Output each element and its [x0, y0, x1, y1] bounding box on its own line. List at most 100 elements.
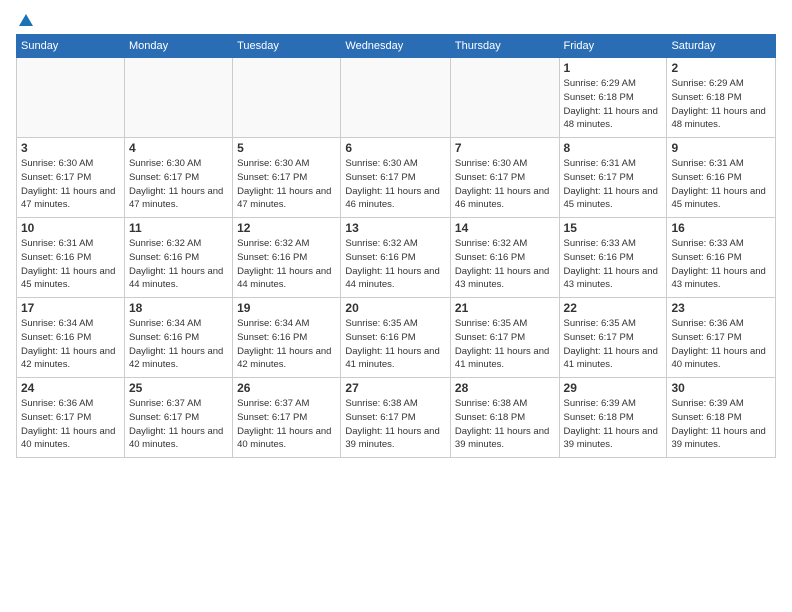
- calendar-cell: 21 Sunrise: 6:35 AM Sunset: 6:17 PM Dayli…: [450, 298, 559, 378]
- day-number: 29: [564, 381, 663, 395]
- day-info: Sunrise: 6:37 AM Sunset: 6:17 PM Dayligh…: [237, 397, 336, 452]
- calendar-cell: 18Sunrise: 6:34 AM Sunset: 6:16 PM Dayli…: [124, 298, 232, 378]
- calendar-cell: 6Sunrise: 6:30 AM Sunset: 6:17 PM Daylig…: [341, 138, 451, 218]
- day-info: Sunrise: 6:34 AM Sunset: 6:16 PM Dayligh…: [21, 317, 120, 372]
- calendar-cell: 1 Sunrise: 6:29 AM Sunset: 6:18 PM Daylig…: [559, 58, 667, 138]
- day-info: Sunrise: 6:32 AM Sunset: 6:16 PM Dayligh…: [237, 237, 336, 292]
- col-header-friday: Friday: [559, 35, 667, 58]
- calendar-cell: 10 Sunrise: 6:31 AM Sunset: 6:16 PM Dayli…: [17, 218, 125, 298]
- day-number: 6: [345, 141, 446, 155]
- day-number: 27: [345, 381, 446, 395]
- day-number: 28: [455, 381, 555, 395]
- calendar-cell: 12 Sunrise: 6:32 AM Sunset: 6:16 PM Dayli…: [233, 218, 341, 298]
- day-number: 15: [564, 221, 663, 235]
- calendar-cell: [233, 58, 341, 138]
- day-number: 7: [455, 141, 555, 155]
- day-info: Sunrise: 6:33 AM Sunset: 6:16 PM Dayligh…: [671, 237, 771, 292]
- calendar-cell: 7 Sunrise: 6:30 AM Sunset: 6:17 PM Daylig…: [450, 138, 559, 218]
- day-number: 5: [237, 141, 336, 155]
- day-info: Sunrise: 6:30 AM Sunset: 6:17 PM Dayligh…: [455, 157, 555, 212]
- day-info: Sunrise: 6:38 AM Sunset: 6:17 PM Dayligh…: [345, 397, 446, 452]
- day-info: Sunrise: 6:30 AM Sunset: 6:17 PM Dayligh…: [237, 157, 336, 212]
- calendar-cell: 24 Sunrise: 6:36 AM Sunset: 6:17 PM Dayli…: [17, 378, 125, 458]
- day-info: Sunrise: 6:39 AM Sunset: 6:18 PM Dayligh…: [564, 397, 663, 452]
- day-info: Sunrise: 6:31 AM Sunset: 6:16 PM Dayligh…: [21, 237, 120, 292]
- day-info: Sunrise: 6:35 AM Sunset: 6:16 PM Dayligh…: [345, 317, 446, 372]
- day-info: Sunrise: 6:34 AM Sunset: 6:16 PM Dayligh…: [129, 317, 228, 372]
- calendar-cell: 2 Sunrise: 6:29 AM Sunset: 6:18 PM Daylig…: [667, 58, 776, 138]
- day-info: Sunrise: 6:32 AM Sunset: 6:16 PM Dayligh…: [345, 237, 446, 292]
- day-info: Sunrise: 6:29 AM Sunset: 6:18 PM Dayligh…: [671, 77, 771, 132]
- calendar-cell: 13 Sunrise: 6:32 AM Sunset: 6:16 PM Dayli…: [341, 218, 451, 298]
- calendar-cell: 23 Sunrise: 6:36 AM Sunset: 6:17 PM Dayli…: [667, 298, 776, 378]
- day-number: 21: [455, 301, 555, 315]
- day-info: Sunrise: 6:39 AM Sunset: 6:18 PM Dayligh…: [671, 397, 771, 452]
- calendar-cell: 28Sunrise: 6:38 AM Sunset: 6:18 PM Dayli…: [450, 378, 559, 458]
- calendar-cell: 16 Sunrise: 6:33 AM Sunset: 6:16 PM Dayli…: [667, 218, 776, 298]
- day-info: Sunrise: 6:36 AM Sunset: 6:17 PM Dayligh…: [671, 317, 771, 372]
- calendar-table: SundayMondayTuesdayWednesdayThursdayFrid…: [16, 34, 776, 458]
- calendar-cell: [17, 58, 125, 138]
- header: [16, 12, 776, 26]
- calendar-cell: [124, 58, 232, 138]
- calendar-cell: 25 Sunrise: 6:37 AM Sunset: 6:17 PM Dayli…: [124, 378, 232, 458]
- calendar-week-3: 10 Sunrise: 6:31 AM Sunset: 6:16 PM Dayli…: [17, 218, 776, 298]
- day-number: 26: [237, 381, 336, 395]
- calendar-cell: 14Sunrise: 6:32 AM Sunset: 6:16 PM Dayli…: [450, 218, 559, 298]
- calendar-cell: 19 Sunrise: 6:34 AM Sunset: 6:16 PM Dayli…: [233, 298, 341, 378]
- calendar-cell: 9Sunrise: 6:31 AM Sunset: 6:16 PM Daylig…: [667, 138, 776, 218]
- page: SundayMondayTuesdayWednesdayThursdayFrid…: [0, 0, 792, 612]
- logo-icon: [17, 12, 35, 30]
- day-info: Sunrise: 6:30 AM Sunset: 6:17 PM Dayligh…: [21, 157, 120, 212]
- calendar-cell: [341, 58, 451, 138]
- day-info: Sunrise: 6:35 AM Sunset: 6:17 PM Dayligh…: [455, 317, 555, 372]
- day-number: 16: [671, 221, 771, 235]
- day-number: 4: [129, 141, 228, 155]
- calendar-cell: 4 Sunrise: 6:30 AM Sunset: 6:17 PM Daylig…: [124, 138, 232, 218]
- day-number: 24: [21, 381, 120, 395]
- calendar-cell: 30Sunrise: 6:39 AM Sunset: 6:18 PM Dayli…: [667, 378, 776, 458]
- day-number: 13: [345, 221, 446, 235]
- calendar-week-5: 24 Sunrise: 6:36 AM Sunset: 6:17 PM Dayli…: [17, 378, 776, 458]
- day-info: Sunrise: 6:32 AM Sunset: 6:16 PM Dayligh…: [129, 237, 228, 292]
- calendar-cell: 29 Sunrise: 6:39 AM Sunset: 6:18 PM Dayli…: [559, 378, 667, 458]
- col-header-wednesday: Wednesday: [341, 35, 451, 58]
- day-info: Sunrise: 6:35 AM Sunset: 6:17 PM Dayligh…: [564, 317, 663, 372]
- day-number: 23: [671, 301, 771, 315]
- calendar-header-row: SundayMondayTuesdayWednesdayThursdayFrid…: [17, 35, 776, 58]
- day-number: 9: [671, 141, 771, 155]
- calendar-week-4: 17 Sunrise: 6:34 AM Sunset: 6:16 PM Dayli…: [17, 298, 776, 378]
- day-number: 3: [21, 141, 120, 155]
- day-number: 8: [564, 141, 663, 155]
- day-info: Sunrise: 6:29 AM Sunset: 6:18 PM Dayligh…: [564, 77, 663, 132]
- day-info: Sunrise: 6:31 AM Sunset: 6:17 PM Dayligh…: [564, 157, 663, 212]
- day-number: 25: [129, 381, 228, 395]
- day-info: Sunrise: 6:32 AM Sunset: 6:16 PM Dayligh…: [455, 237, 555, 292]
- day-info: Sunrise: 6:34 AM Sunset: 6:16 PM Dayligh…: [237, 317, 336, 372]
- calendar-cell: 11 Sunrise: 6:32 AM Sunset: 6:16 PM Dayli…: [124, 218, 232, 298]
- calendar-cell: 3 Sunrise: 6:30 AM Sunset: 6:17 PM Daylig…: [17, 138, 125, 218]
- day-info: Sunrise: 6:30 AM Sunset: 6:17 PM Dayligh…: [129, 157, 228, 212]
- calendar-cell: 15 Sunrise: 6:33 AM Sunset: 6:16 PM Dayli…: [559, 218, 667, 298]
- calendar-cell: 26 Sunrise: 6:37 AM Sunset: 6:17 PM Dayli…: [233, 378, 341, 458]
- day-number: 11: [129, 221, 228, 235]
- day-info: Sunrise: 6:33 AM Sunset: 6:16 PM Dayligh…: [564, 237, 663, 292]
- calendar-cell: [450, 58, 559, 138]
- day-number: 19: [237, 301, 336, 315]
- calendar-cell: 27 Sunrise: 6:38 AM Sunset: 6:17 PM Dayli…: [341, 378, 451, 458]
- logo: [16, 12, 36, 26]
- day-number: 10: [21, 221, 120, 235]
- day-info: Sunrise: 6:36 AM Sunset: 6:17 PM Dayligh…: [21, 397, 120, 452]
- day-number: 17: [21, 301, 120, 315]
- day-info: Sunrise: 6:37 AM Sunset: 6:17 PM Dayligh…: [129, 397, 228, 452]
- day-number: 2: [671, 61, 771, 75]
- calendar-cell: 8 Sunrise: 6:31 AM Sunset: 6:17 PM Daylig…: [559, 138, 667, 218]
- col-header-saturday: Saturday: [667, 35, 776, 58]
- day-number: 20: [345, 301, 446, 315]
- calendar-cell: 22Sunrise: 6:35 AM Sunset: 6:17 PM Dayli…: [559, 298, 667, 378]
- calendar-week-2: 3 Sunrise: 6:30 AM Sunset: 6:17 PM Daylig…: [17, 138, 776, 218]
- day-number: 12: [237, 221, 336, 235]
- col-header-monday: Monday: [124, 35, 232, 58]
- day-number: 1: [564, 61, 663, 75]
- col-header-sunday: Sunday: [17, 35, 125, 58]
